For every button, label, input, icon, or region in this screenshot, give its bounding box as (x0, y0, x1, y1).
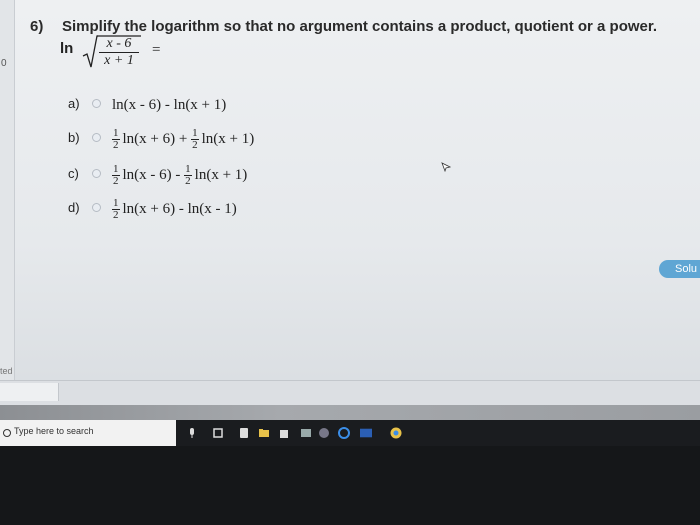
option-a-math: ln(x - 6) - ln(x + 1) (112, 92, 226, 118)
store-icon[interactable] (278, 427, 290, 439)
equals-sign: = (152, 42, 161, 58)
half-fraction: 12 (112, 162, 120, 187)
edge-browser-icon[interactable] (338, 427, 350, 439)
option-c-term1: ln(x - 6) - (122, 166, 181, 183)
app-icon[interactable] (300, 427, 312, 439)
file-explorer-icon[interactable] (258, 427, 270, 439)
question-prompt: Simplify the logarithm so that no argume… (62, 18, 658, 35)
screen-bottom-edge (0, 405, 700, 420)
quiz-page: 0 ted 6) Simplify the logarithm so that … (0, 0, 700, 406)
question-number: 6) (30, 18, 44, 35)
option-b-math: 12 ln(x + 6) + 12 ln(x + 1) (112, 126, 254, 152)
half-fraction: 12 (112, 126, 120, 151)
option-c-radio[interactable] (92, 169, 101, 178)
option-c-term2: ln(x + 1) (194, 166, 248, 183)
option-a-radio[interactable] (92, 99, 101, 108)
tablet-icon[interactable] (238, 427, 250, 439)
sidebar-number: 0 (1, 58, 7, 69)
half-fraction: 12 (112, 196, 120, 221)
word-icon[interactable] (360, 427, 372, 439)
option-c-math: 12 ln(x - 6) - 12 ln(x + 1) (112, 162, 247, 188)
option-d-radio[interactable] (92, 203, 101, 212)
option-letter: a) (68, 96, 80, 111)
search-placeholder: Type here to search (14, 426, 94, 436)
sidebar-status: ted (0, 366, 13, 376)
half-fraction: 12 (184, 162, 192, 187)
log-function: ln (60, 40, 74, 57)
option-d-term1: ln(x + 6) - ln(x - 1) (122, 200, 237, 217)
search-icon (3, 429, 11, 437)
status-strip (0, 383, 59, 401)
status-bar (0, 380, 700, 406)
mouse-cursor-icon (441, 162, 451, 172)
fraction-denominator: x + 1 (104, 53, 134, 68)
task-view-icon[interactable] (212, 427, 224, 439)
badge-app-icon[interactable] (318, 427, 330, 439)
expression-fraction: x - 6 x + 1 (99, 36, 139, 69)
option-b-radio[interactable] (92, 133, 101, 142)
option-b-term1: ln(x + 6) + (122, 130, 188, 147)
option-a-text: ln(x - 6) - ln(x + 1) (112, 96, 227, 113)
taskbar-search-box[interactable]: Type here to search (0, 420, 176, 446)
fraction-numerator: x - 6 (99, 36, 139, 53)
option-letter: b) (68, 130, 80, 145)
solution-button[interactable]: Solu (659, 260, 700, 278)
option-b-term2: ln(x + 1) (201, 130, 255, 147)
half-fraction: 12 (191, 126, 199, 151)
chrome-icon[interactable] (390, 427, 402, 439)
option-d-math: 12 ln(x + 6) - ln(x - 1) (112, 196, 237, 222)
option-letter: d) (68, 200, 80, 215)
option-letter: c) (68, 166, 79, 181)
left-sidebar-strip: 0 ted (0, 0, 15, 405)
radical-sign-icon (82, 35, 98, 68)
microphone-icon[interactable] (186, 427, 198, 439)
monitor-bezel (0, 446, 700, 525)
